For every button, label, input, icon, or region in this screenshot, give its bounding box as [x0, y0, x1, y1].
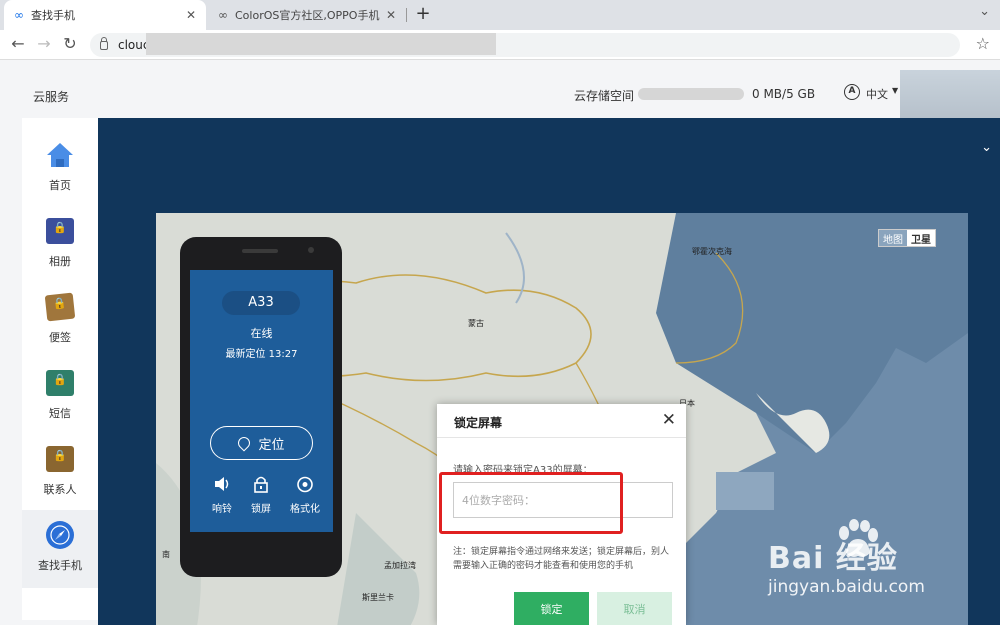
map-label: 孟加拉湾 — [384, 561, 416, 570]
ring-button[interactable]: 响铃 — [202, 476, 242, 515]
device-model-badge: A33 — [222, 291, 300, 315]
address-url: clouc — [118, 38, 150, 52]
sidebar-item-contacts[interactable]: 联系人 — [22, 434, 98, 506]
ring-label: 响铃 — [212, 504, 232, 515]
map-label: 鄂霍次克海 — [692, 247, 732, 256]
page-header: 云服务 云存储空间 0 MB/5 GB A 中文 ▼ — [0, 60, 1000, 138]
device-status: 在线 — [250, 327, 273, 340]
tab-coloros-community[interactable]: ∞ ColorOS官方社区,OPPO手机系 ✕ — [208, 0, 406, 30]
dialog-title: 锁定屏幕 — [454, 416, 503, 430]
sidebar-item-label: 查找手机 — [38, 559, 82, 572]
format-icon — [280, 476, 330, 496]
new-tab-button[interactable]: + — [412, 3, 434, 25]
location-pin-icon — [235, 434, 253, 452]
tab-favicon-icon: ∞ — [218, 8, 228, 22]
sidebar-item-label: 相册 — [49, 255, 71, 268]
tab-find-phone[interactable]: ∞ 查找手机 ✕ — [4, 0, 206, 30]
lock-screen-button[interactable]: 锁屏 — [241, 476, 281, 515]
dialog-divider — [437, 437, 686, 438]
url-redaction — [146, 33, 496, 55]
speaker-icon — [202, 476, 242, 496]
lock-icon — [241, 476, 281, 496]
format-label: 格式化 — [290, 504, 320, 515]
phone-device-card: A33 在线 最新定位 13:27 定位 响铃 锁屏 格式化 — [180, 237, 342, 577]
tab-close-icon[interactable]: ✕ — [386, 8, 396, 22]
sidebar-item-home[interactable]: 首页 — [22, 130, 98, 202]
caret-down-icon[interactable]: ▼ — [892, 86, 898, 95]
dialog-prompt: 请输入密码来锁定A33的屏幕： — [453, 465, 593, 476]
map-type-toggle[interactable]: 地图 卫星 — [878, 229, 936, 247]
contacts-lock-icon — [45, 444, 75, 474]
confirm-lock-button[interactable]: 锁定 — [514, 592, 589, 625]
tab-title: 查找手机 — [31, 9, 75, 22]
sidebar: 首页 相册 便签 短信 联系人 — [22, 118, 98, 620]
map-type-satellite[interactable]: 卫星 — [907, 230, 935, 246]
tab-title: ColorOS官方社区,OPPO手机系 — [235, 9, 380, 22]
chevron-down-icon[interactable]: ⌄ — [981, 140, 992, 155]
notes-lock-icon — [44, 292, 76, 322]
sidebar-item-find-phone[interactable]: 查找手机 — [22, 510, 98, 588]
lock-screen-label: 锁屏 — [251, 504, 271, 515]
dialog-note: 注：锁定屏幕指令通过网络来发送；锁定屏幕后，别人需要输入正确的密码才能查看和使用… — [453, 547, 670, 571]
locate-button[interactable]: 定位 — [210, 426, 313, 460]
map-label: 南 — [162, 550, 170, 559]
storage-progress-bar — [638, 88, 744, 100]
locate-label: 定位 — [258, 437, 285, 453]
map-label: 蒙古 — [468, 319, 484, 328]
brand-title: 云服务 — [33, 90, 70, 104]
tab-close-icon[interactable]: ✕ — [186, 8, 196, 22]
storage-label: 云存储空间 — [574, 89, 635, 103]
format-button[interactable]: 格式化 — [280, 476, 330, 515]
secure-lock-icon — [100, 36, 108, 50]
map-type-map[interactable]: 地图 — [879, 230, 907, 246]
lock-password-input[interactable] — [453, 482, 673, 518]
back-button[interactable]: ← — [8, 34, 28, 54]
sidebar-item-label: 首页 — [49, 179, 71, 192]
phone-screen: A33 在线 最新定位 13:27 定位 响铃 锁屏 格式化 — [190, 270, 333, 532]
lock-screen-dialog: 锁定屏幕 ✕ 请输入密码来锁定A33的屏幕： 注：锁定屏幕指令通过网络来发送；锁… — [437, 404, 686, 625]
storage-usage-text: 0 MB/5 GB — [752, 87, 816, 101]
sms-lock-icon — [45, 368, 75, 398]
tab-favicon-icon: ∞ — [14, 8, 24, 22]
tab-search-chevron-icon[interactable]: ⌄ — [979, 4, 990, 19]
sidebar-item-label: 短信 — [49, 407, 71, 420]
language-selector[interactable]: 中文 — [866, 86, 888, 102]
cancel-button[interactable]: 取消 — [597, 592, 672, 625]
sidebar-item-album[interactable]: 相册 — [22, 206, 98, 278]
phone-speaker — [242, 249, 278, 253]
bookmark-star-icon[interactable]: ☆ — [976, 34, 990, 53]
reload-button[interactable]: ↻ — [60, 34, 80, 54]
tab-separator — [406, 8, 407, 22]
browser-tab-bar: ∞ 查找手机 ✕ ∞ ColorOS官方社区,OPPO手机系 ✕ + ⌄ — [0, 0, 1000, 30]
language-icon[interactable]: A — [844, 84, 860, 100]
sidebar-item-label: 联系人 — [43, 483, 77, 496]
sidebar-item-sms[interactable]: 短信 — [22, 358, 98, 430]
forward-button[interactable]: → — [34, 34, 54, 54]
last-located-time: 最新定位 13:27 — [225, 349, 298, 360]
home-icon — [45, 140, 75, 170]
close-icon[interactable]: ✕ — [662, 410, 676, 430]
phone-camera — [308, 247, 314, 253]
find-phone-icon — [45, 520, 75, 550]
map-overlay-box — [716, 472, 774, 510]
album-lock-icon — [45, 216, 75, 246]
sidebar-item-notes[interactable]: 便签 — [22, 282, 98, 354]
sidebar-item-label: 便签 — [49, 331, 71, 344]
device-actions: 响铃 锁屏 格式化 — [190, 476, 333, 522]
map-label: 斯里兰卡 — [362, 593, 394, 602]
